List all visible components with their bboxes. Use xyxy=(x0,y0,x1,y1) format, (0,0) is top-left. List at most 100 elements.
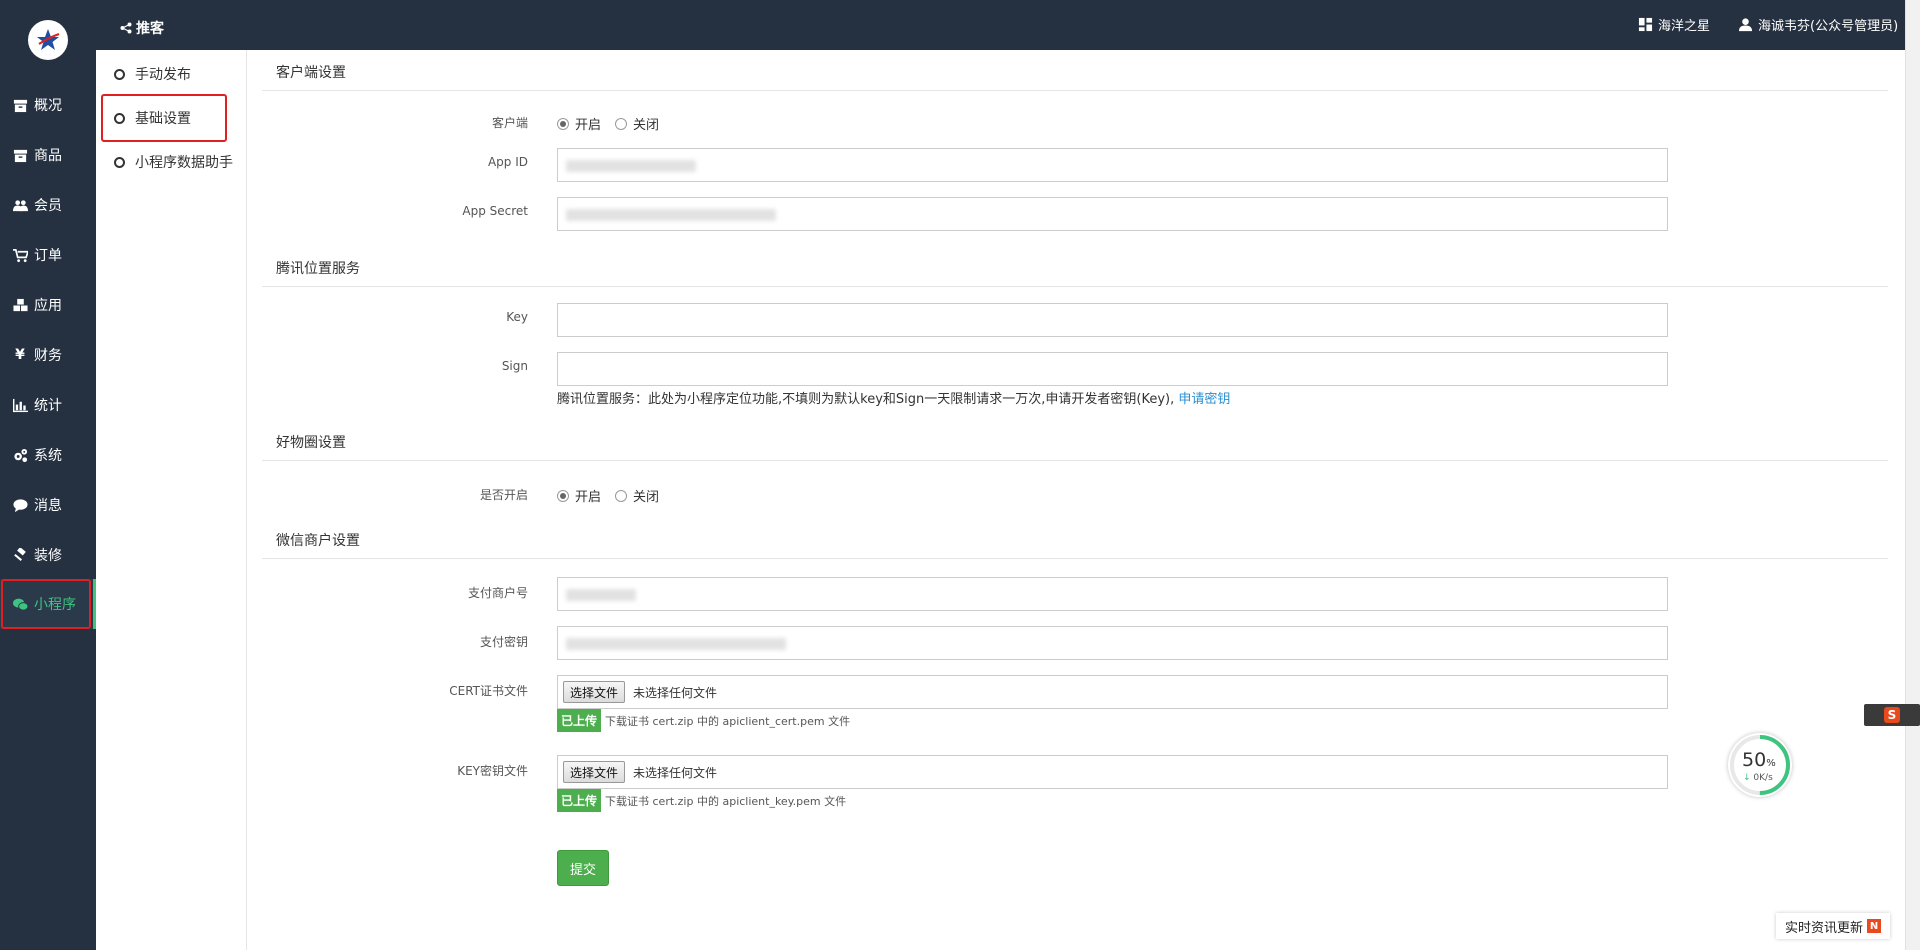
store-switcher[interactable]: 海洋之星 xyxy=(1638,15,1710,34)
key-file-input[interactable]: 选择文件 未选择任何文件 xyxy=(557,755,1668,789)
nav-label: 装修 xyxy=(34,548,62,564)
nav-label: 商品 xyxy=(34,148,62,164)
speed-rate: ↓ 0K/s xyxy=(1743,773,1773,783)
divider xyxy=(262,558,1888,559)
nav-item-apps[interactable]: 应用 xyxy=(0,280,96,330)
apply-key-link[interactable]: 申请密钥 xyxy=(1178,392,1230,407)
sub-menu: 手动发布 基础设置 小程序数据助手 xyxy=(96,50,247,950)
nav-item-finance[interactable]: ¥ 财务 xyxy=(0,330,96,380)
speed-percent: 50% xyxy=(1742,749,1776,771)
redacted-value xyxy=(566,589,636,601)
enable-label: 是否开启 xyxy=(479,488,528,502)
cert-file-label: CERT证书文件 xyxy=(449,684,528,698)
nav-label: 概况 xyxy=(34,98,62,114)
nav-item-overview[interactable]: 概况 xyxy=(0,80,96,130)
section-title-tencent: 腾讯位置服务 xyxy=(276,261,360,277)
section-title-client: 客户端设置 xyxy=(276,65,346,81)
cert-hint: 下载证书 cert.zip 中的 apiclient_cert.pem 文件 xyxy=(605,714,851,728)
breadcrumb-label: 推客 xyxy=(136,21,164,37)
key-upload-status: 已上传 下载证书 cert.zip 中的 apiclient_key.pem 文… xyxy=(557,789,846,812)
divider xyxy=(262,90,1888,91)
choose-file-button[interactable]: 选择文件 xyxy=(563,761,626,783)
nav-item-goods[interactable]: 商品 xyxy=(0,130,96,180)
merchant-id-input[interactable] xyxy=(557,577,1668,611)
client-off-radio[interactable]: 关闭 xyxy=(615,114,659,133)
down-arrow-icon: ↓ xyxy=(1743,773,1751,783)
divider xyxy=(262,286,1888,287)
nav-label: 订单 xyxy=(34,248,62,264)
user-icon xyxy=(1738,18,1753,32)
nav-item-stats[interactable]: 统计 xyxy=(0,380,96,430)
client-on-radio[interactable]: 开启 xyxy=(557,114,601,133)
users-icon xyxy=(12,197,28,213)
redacted-value xyxy=(566,209,776,221)
cart-icon xyxy=(12,247,28,263)
pay-key-label: 支付密钥 xyxy=(479,635,528,649)
app-secret-label: App Secret xyxy=(462,204,528,218)
comment-icon xyxy=(12,497,28,513)
archive-icon xyxy=(12,147,28,163)
key-file-label: KEY密钥文件 xyxy=(457,764,528,778)
cert-upload-status: 已上传 下载证书 cert.zip 中的 apiclient_cert.pem … xyxy=(557,709,850,732)
gavel-icon xyxy=(12,547,28,563)
bar-chart-icon xyxy=(12,397,28,413)
highlight-box xyxy=(1,579,91,629)
news-label: 实时资讯更新 xyxy=(1784,920,1863,936)
user-menu[interactable]: 海诚韦芬(公众号管理员) xyxy=(1738,15,1898,34)
appid-label: App ID xyxy=(487,155,528,169)
nav-label: 系统 xyxy=(34,448,62,464)
nav-label: 消息 xyxy=(34,498,62,514)
submenu-item-data-assistant[interactable]: 小程序数据助手 xyxy=(114,152,233,172)
page-scrollbar[interactable] xyxy=(1905,0,1920,950)
goods-off-radio[interactable]: 关闭 xyxy=(615,486,659,505)
nav-label: 统计 xyxy=(34,398,62,414)
sogou-ime-icon: S xyxy=(1884,707,1900,723)
logo[interactable] xyxy=(28,20,68,60)
nav-item-system[interactable]: 系统 xyxy=(0,430,96,480)
share-icon xyxy=(120,22,132,34)
app-secret-input[interactable] xyxy=(557,197,1668,231)
no-file-text: 未选择任何文件 xyxy=(633,766,718,780)
left-nav: 概况 商品 会员 订单 应用 ¥ 财务 统计 系统 消息 装修 小程序 xyxy=(0,0,96,950)
nav-item-members[interactable]: 会员 xyxy=(0,180,96,230)
submenu-label: 小程序数据助手 xyxy=(135,155,233,171)
highlight-box xyxy=(101,94,227,142)
divider xyxy=(262,460,1888,461)
key-input[interactable] xyxy=(557,303,1668,337)
submenu-item-manual-publish[interactable]: 手动发布 xyxy=(114,64,191,84)
breadcrumb[interactable]: 推客 xyxy=(120,18,164,38)
nav-label: 会员 xyxy=(34,198,62,214)
network-speed-widget[interactable]: 50% ↓ 0K/s xyxy=(1728,733,1792,797)
submit-button[interactable]: 提交 xyxy=(557,850,609,886)
client-radio-group: 开启 关闭 xyxy=(557,114,673,133)
nav-label: 应用 xyxy=(34,298,62,314)
ime-toolbar[interactable]: S xyxy=(1864,704,1920,726)
news-update-button[interactable]: 实时资讯更新 N xyxy=(1776,913,1890,939)
tencent-help-text: 腾讯位置服务：此处为小程序定位功能,不填则为默认key和Sign一天限制请求一万… xyxy=(557,392,1231,407)
uploaded-badge: 已上传 xyxy=(557,709,602,732)
dashboard-icon xyxy=(1638,17,1653,32)
section-title-goods-circle: 好物圈设置 xyxy=(276,435,346,451)
nav-label: 财务 xyxy=(34,348,62,364)
redacted-value xyxy=(566,638,786,650)
gears-icon xyxy=(12,447,28,463)
sign-label: Sign xyxy=(501,359,528,373)
circle-icon xyxy=(114,68,125,80)
goods-on-radio[interactable]: 开启 xyxy=(557,486,601,505)
news-badge-icon: N xyxy=(1867,919,1881,933)
appid-input[interactable] xyxy=(557,148,1668,182)
cert-file-input[interactable]: 选择文件 未选择任何文件 xyxy=(557,675,1668,709)
archive-icon xyxy=(12,97,28,113)
key-label: Key xyxy=(506,310,528,324)
circle-icon xyxy=(114,156,125,168)
pay-key-input[interactable] xyxy=(557,626,1668,660)
nav-item-decoration[interactable]: 装修 xyxy=(0,530,96,580)
sign-input[interactable] xyxy=(557,352,1668,386)
nav-item-orders[interactable]: 订单 xyxy=(0,230,96,280)
key-hint: 下载证书 cert.zip 中的 apiclient_key.pem 文件 xyxy=(605,794,847,808)
client-label: 客户端 xyxy=(491,116,528,130)
choose-file-button[interactable]: 选择文件 xyxy=(563,681,626,703)
star-logo-icon xyxy=(37,29,60,50)
nav-item-messages[interactable]: 消息 xyxy=(0,480,96,530)
submenu-label: 手动发布 xyxy=(135,67,191,83)
